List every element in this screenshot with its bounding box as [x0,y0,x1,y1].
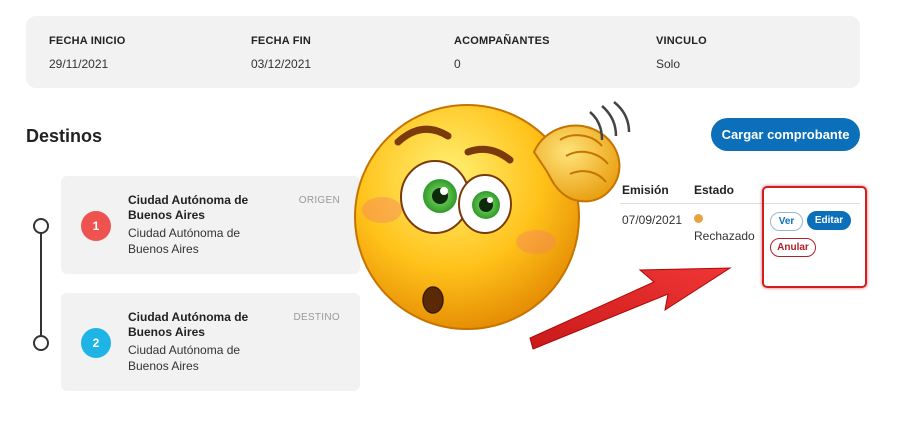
confused-emoji-icon [354,101,631,330]
